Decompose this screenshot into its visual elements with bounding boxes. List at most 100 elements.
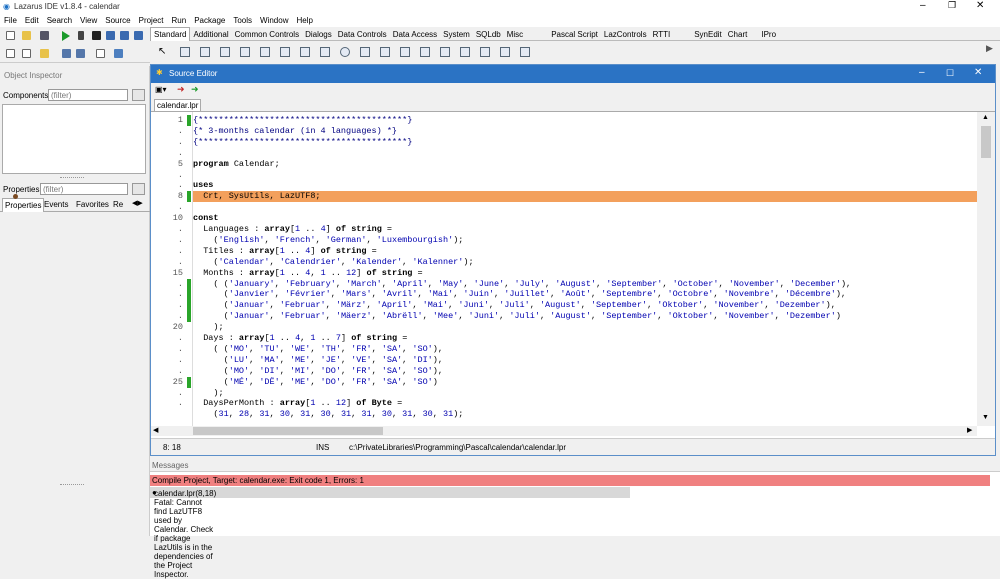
code-line[interactable]: Months : array[1 .. 4, 1 .. 12] of strin…: [193, 268, 977, 279]
tab-standard[interactable]: Standard: [150, 27, 191, 41]
tactionlist-icon[interactable]: [520, 47, 530, 57]
scroll-up-icon[interactable]: ▲: [982, 114, 989, 121]
horizontal-scroll-thumb[interactable]: [193, 427, 383, 435]
menu-edit[interactable]: Edit: [21, 14, 43, 25]
code-line[interactable]: const: [193, 213, 977, 224]
code-line[interactable]: ('LU', 'MA', 'ME', 'JE', 'VE', 'SA', 'DI…: [193, 355, 977, 366]
tab-calendar-lpr[interactable]: calendar.lpr: [154, 99, 202, 111]
scroll-down-icon[interactable]: ▼: [982, 414, 989, 421]
tmemo-icon[interactable]: [280, 47, 290, 57]
editor-vertical-scrollbar[interactable]: ▲ ▼: [977, 112, 995, 426]
component-tree[interactable]: [2, 104, 146, 174]
tbutton-icon[interactable]: [220, 47, 230, 57]
code-line[interactable]: [193, 170, 977, 181]
new-file-icon[interactable]: [6, 31, 15, 40]
code-line[interactable]: Titles : array[1 .. 4] of string =: [193, 246, 977, 257]
jump-forward-icon[interactable]: ➜: [191, 84, 199, 95]
close-icon[interactable]: ✕: [976, 0, 984, 11]
tradiogroup-icon[interactable]: [440, 47, 450, 57]
code-line[interactable]: ( ('MO', 'TU', 'WE', 'TH', 'FR', 'SA', '…: [193, 344, 977, 355]
tab-ipro[interactable]: IPro: [758, 28, 779, 41]
tab-system[interactable]: System: [440, 28, 473, 41]
tcheckgroup-icon[interactable]: [460, 47, 470, 57]
code-line[interactable]: Days : array[1 .. 4, 1 .. 7] of string =: [193, 333, 977, 344]
code-line[interactable]: ('English', 'French', 'German', 'Luxembo…: [193, 235, 977, 246]
tab-sqldb[interactable]: SQLdb: [473, 28, 504, 41]
oi-tab-properties[interactable]: Properties: [2, 198, 45, 212]
tscrollbar-icon[interactable]: [400, 47, 410, 57]
oi-tab-scroll-icon[interactable]: ◀▶: [132, 199, 143, 207]
minimize-icon[interactable]: –: [920, 0, 926, 11]
tab-chart[interactable]: Chart: [725, 28, 751, 41]
tab-additional[interactable]: Additional: [190, 28, 231, 41]
editor-minimize-icon[interactable]: –: [919, 67, 925, 78]
code-line[interactable]: uses: [193, 180, 977, 191]
tab-misc[interactable]: Misc: [504, 28, 526, 41]
code-line[interactable]: ( ('January', 'February', 'March', 'Apri…: [193, 279, 977, 290]
vertical-scroll-thumb[interactable]: [981, 126, 991, 158]
tab-synedit[interactable]: SynEdit: [691, 28, 725, 41]
tab-dialogs[interactable]: Dialogs: [302, 28, 335, 41]
new-form-icon[interactable]: [22, 49, 31, 58]
oi-tab-favorites[interactable]: Favorites: [76, 200, 109, 209]
tab-lazcontrols[interactable]: LazControls: [601, 28, 650, 41]
run-options-icon[interactable]: [40, 31, 49, 40]
code-line[interactable]: );: [193, 388, 977, 399]
tab-common-controls[interactable]: Common Controls: [232, 28, 302, 41]
menu-window[interactable]: Window: [256, 14, 292, 25]
run-icon[interactable]: [62, 31, 70, 41]
toggle-form-icon[interactable]: [96, 49, 105, 58]
tframe-icon[interactable]: [500, 47, 510, 57]
oi-tab-events[interactable]: Events: [44, 200, 68, 209]
code-line[interactable]: {***************************************…: [193, 137, 977, 148]
tlabel-icon[interactable]: [240, 47, 250, 57]
scroll-right-icon[interactable]: ▶: [967, 426, 972, 434]
code-line[interactable]: ('Janvier', 'Février', 'Mars', 'Avril', …: [193, 289, 977, 300]
view-units-icon[interactable]: [114, 49, 123, 58]
maximize-icon[interactable]: ❐: [948, 0, 956, 11]
ttogglebox-icon[interactable]: [300, 47, 310, 57]
save-icon[interactable]: [62, 49, 71, 58]
menu-view[interactable]: View: [76, 14, 101, 25]
code-line[interactable]: [193, 202, 977, 213]
code-line[interactable]: DaysPerMonth : array[1 .. 12] of Byte =: [193, 398, 977, 409]
tedit-icon[interactable]: [260, 47, 270, 57]
message-fatal-error[interactable]: ● calendar.lpr(8,18) Fatal: Cannot find L…: [150, 487, 630, 579]
property-grid[interactable]: [2, 213, 147, 541]
open-project-icon[interactable]: [40, 49, 49, 58]
pointer-icon[interactable]: ↖: [158, 46, 166, 57]
editor-gutter[interactable]: 1... 5.. 8. 10.... 15.... 20.... 25..: [13, 112, 193, 426]
jump-history-icon[interactable]: ▣▾: [155, 85, 167, 94]
properties-filter-button[interactable]: [132, 183, 145, 195]
code-line[interactable]: program Calendar;: [193, 159, 977, 170]
tpanel-icon[interactable]: [480, 47, 490, 57]
components-filter-input[interactable]: (filter): [48, 89, 128, 101]
new-unit-icon[interactable]: [6, 49, 15, 58]
menu-tools[interactable]: Tools: [229, 14, 256, 25]
save-all-icon[interactable]: [76, 49, 85, 58]
tmainmenu-icon[interactable]: [180, 47, 190, 57]
tcombobox-icon[interactable]: [380, 47, 390, 57]
code-line[interactable]: );: [193, 322, 977, 333]
code-line[interactable]: Crt, SysUtils, LazUTF8;: [193, 191, 977, 203]
open-icon[interactable]: [22, 31, 31, 40]
code-line[interactable]: ('Januar', 'Februar', 'März', 'April', '…: [193, 300, 977, 311]
tab-pascal-script[interactable]: Pascal Script: [548, 28, 601, 41]
code-line[interactable]: ('Januar', 'Februar', 'Mäerz', 'Abrëll',…: [193, 311, 977, 322]
menu-project[interactable]: Project: [135, 14, 168, 25]
pause-icon[interactable]: [78, 31, 84, 40]
tlistbox-icon[interactable]: [360, 47, 370, 57]
step-into-icon[interactable]: [106, 31, 115, 40]
info-splitter-grip[interactable]: [60, 484, 84, 485]
step-out-icon[interactable]: [134, 31, 143, 40]
code-line[interactable]: ('Calendar', 'Calendrier', 'Kalender', '…: [193, 257, 977, 268]
code-line[interactable]: ('MO', 'DI', 'MI', 'DO', 'FR', 'SA', 'SO…: [193, 366, 977, 377]
editor-maximize-icon[interactable]: ☐: [946, 68, 954, 79]
menu-source[interactable]: Source: [101, 14, 134, 25]
scroll-left-icon[interactable]: ◀: [153, 426, 158, 434]
tcheckbox-icon[interactable]: [320, 47, 330, 57]
menu-help[interactable]: Help: [292, 14, 316, 25]
code-line[interactable]: [193, 148, 977, 159]
code-line[interactable]: (31, 28, 31, 30, 31, 30, 31, 31, 30, 31,…: [193, 409, 977, 420]
code-line[interactable]: {***************************************…: [193, 115, 977, 126]
